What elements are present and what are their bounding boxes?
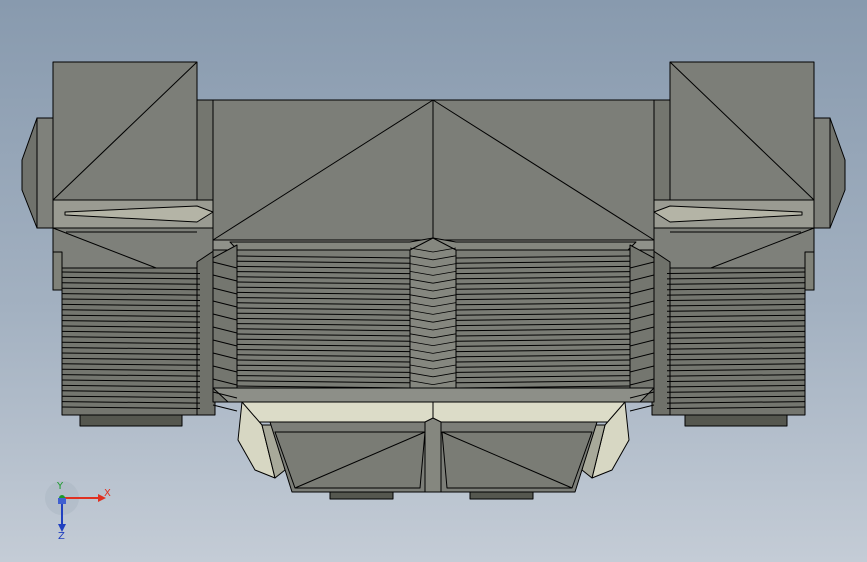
y-axis-label: Y xyxy=(57,481,64,492)
facet-line xyxy=(629,404,655,412)
graphics-viewport[interactable]: X Y Z xyxy=(0,0,867,562)
facet-line xyxy=(212,404,238,412)
z-axis-label: Z xyxy=(58,531,65,542)
axis-triad[interactable]: X Y Z xyxy=(40,480,120,550)
right-block[interactable] xyxy=(651,61,846,427)
left-block[interactable] xyxy=(21,61,216,427)
center-block[interactable] xyxy=(212,99,655,403)
lower-block[interactable] xyxy=(237,401,630,500)
cad-model[interactable] xyxy=(0,0,867,562)
x-axis-label: X xyxy=(104,488,111,499)
